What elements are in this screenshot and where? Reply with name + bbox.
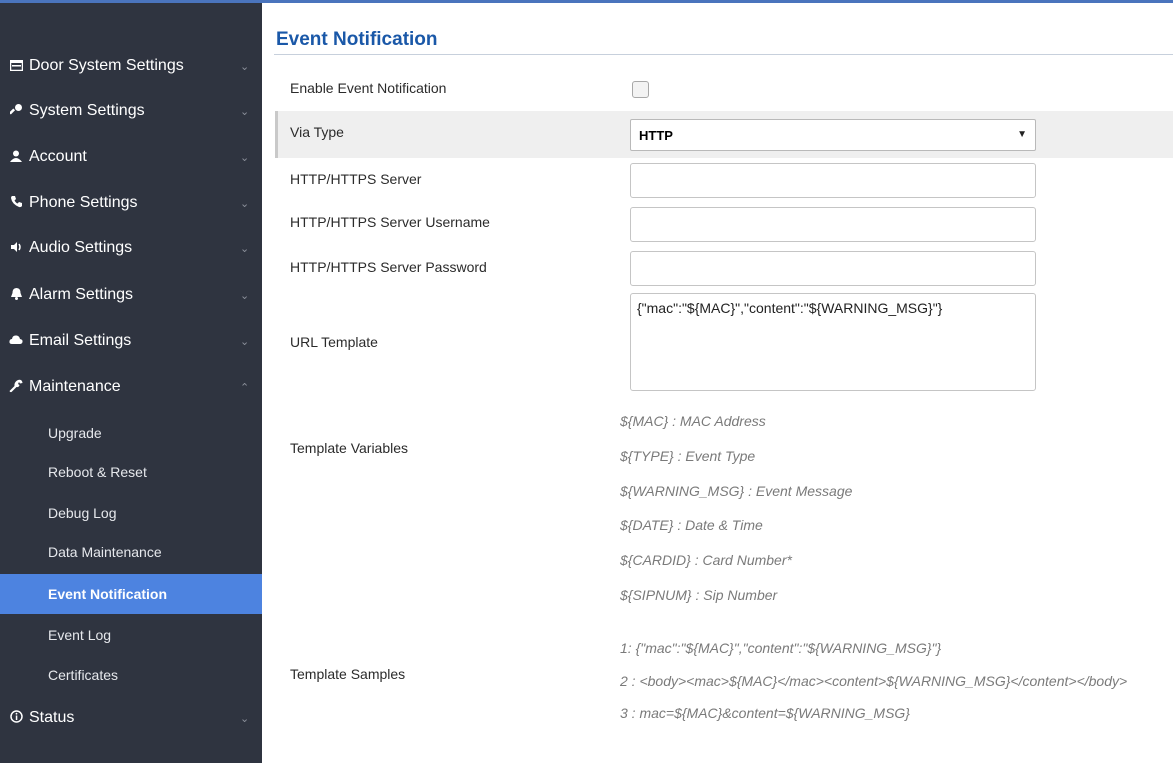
- template-variable-item: ${TYPE} : Event Type: [620, 448, 756, 464]
- url-template-textarea[interactable]: {"mac":"${MAC}","content":"${WARNING_MSG…: [630, 293, 1036, 391]
- sidebar-subitem-label: Upgrade: [48, 425, 102, 441]
- sidebar-item-audio-settings[interactable]: Audio Settings ⌄: [0, 230, 262, 266]
- sidebar-subitem-label: Event Notification: [48, 586, 168, 602]
- server-password-input[interactable]: [630, 251, 1036, 286]
- sidebar-item-label: Door System Settings: [29, 57, 184, 74]
- sidebar-item-label: Maintenance: [29, 378, 121, 395]
- server-password-label: HTTP/HTTPS Server Password: [290, 259, 487, 275]
- sidebar-subitem-label: Event Log: [48, 627, 112, 643]
- sidebar-subitem-label: Debug Log: [48, 505, 117, 521]
- sidebar-subitem-label: Reboot & Reset: [48, 464, 147, 480]
- template-variables-label: Template Variables: [290, 440, 409, 456]
- key-icon: [8, 103, 23, 119]
- via-type-label: Via Type: [290, 124, 344, 140]
- sidebar-item-label: System Settings: [29, 102, 145, 119]
- info-icon: [9, 710, 23, 726]
- sidebar-item-label: Email Settings: [29, 332, 132, 349]
- chevron-down-icon: ⌄: [240, 712, 250, 725]
- chevron-down-icon: ⌄: [240, 151, 250, 164]
- dropdown-arrow-icon: ▼: [1017, 129, 1027, 140]
- server-input[interactable]: [630, 163, 1036, 198]
- phone-icon: [9, 195, 23, 211]
- sidebar-subitem-event-log[interactable]: Event Log: [0, 616, 262, 654]
- sidebar-subitem-debug-log[interactable]: Debug Log: [0, 494, 262, 532]
- sidebar-item-alarm-settings[interactable]: Alarm Settings ⌄: [0, 277, 262, 313]
- sidebar: Door System Settings ⌄ System Settings ⌄…: [0, 3, 262, 763]
- server-username-label: HTTP/HTTPS Server Username: [290, 214, 490, 230]
- page-title: Event Notification: [276, 29, 438, 50]
- enable-event-notification-checkbox[interactable]: [632, 81, 649, 98]
- wrench-icon: [9, 379, 23, 396]
- sidebar-item-label: Phone Settings: [29, 194, 138, 211]
- server-label: HTTP/HTTPS Server: [290, 171, 422, 187]
- sidebar-item-label: Audio Settings: [29, 239, 133, 256]
- chevron-down-icon: ⌄: [240, 197, 250, 210]
- sidebar-subitem-event-notification[interactable]: Event Notification: [0, 574, 262, 614]
- sidebar-item-label: Status: [29, 709, 75, 726]
- main-content: Event Notification Enable Event Notifica…: [262, 3, 1173, 763]
- template-variable-item: ${SIPNUM} : Sip Number: [620, 587, 778, 603]
- sidebar-subitem-label: Certificates: [48, 667, 119, 683]
- via-type-select[interactable]: HTTP ▼: [630, 119, 1036, 151]
- sidebar-subitem-label: Data Maintenance: [48, 544, 162, 560]
- cloud-icon: [9, 334, 23, 349]
- sidebar-item-phone-settings[interactable]: Phone Settings ⌄: [0, 185, 262, 221]
- url-template-label: URL Template: [290, 334, 378, 350]
- server-username-input[interactable]: [630, 207, 1036, 242]
- chevron-down-icon: ⌄: [240, 105, 250, 118]
- sidebar-item-system-settings[interactable]: System Settings ⌄: [0, 93, 262, 129]
- template-sample-item: 3 : mac=${MAC}&content=${WARNING_MSG}: [620, 705, 910, 721]
- chevron-down-icon: ⌄: [240, 242, 250, 255]
- title-divider: [274, 54, 1173, 55]
- sidebar-item-label: Account: [29, 148, 87, 165]
- sidebar-subitem-data-maintenance[interactable]: Data Maintenance: [0, 533, 262, 571]
- sidebar-item-status[interactable]: Status ⌄: [0, 700, 262, 736]
- template-variable-item: ${MAC} : MAC Address: [620, 413, 766, 429]
- chevron-down-icon: ⌄: [240, 60, 250, 73]
- chevron-down-icon: ⌄: [240, 335, 250, 348]
- door-settings-icon: [9, 59, 23, 74]
- template-samples-label: Template Samples: [290, 666, 406, 682]
- chevron-down-icon: ⌄: [240, 289, 250, 302]
- sidebar-item-email-settings[interactable]: Email Settings ⌄: [0, 323, 262, 359]
- enable-event-notification-label: Enable Event Notification: [290, 80, 447, 96]
- sidebar-item-account[interactable]: Account ⌄: [0, 139, 262, 175]
- chevron-up-icon: ⌃: [240, 381, 250, 394]
- sidebar-item-maintenance[interactable]: Maintenance ⌃: [0, 369, 262, 405]
- sidebar-subitem-upgrade[interactable]: Upgrade: [0, 414, 262, 452]
- sidebar-subitem-certificates[interactable]: Certificates: [0, 656, 262, 694]
- user-icon: [9, 150, 23, 165]
- bell-icon: [9, 287, 23, 303]
- speaker-icon: [9, 241, 23, 256]
- template-variable-item: ${DATE} : Date & Time: [620, 517, 763, 533]
- sidebar-item-label: Alarm Settings: [29, 286, 134, 303]
- sidebar-subitem-reboot-reset[interactable]: Reboot & Reset: [0, 453, 262, 491]
- template-sample-item: 1: {"mac":"${MAC}","content":"${WARNING_…: [620, 640, 942, 656]
- template-variable-item: ${WARNING_MSG} : Event Message: [620, 483, 853, 499]
- via-type-value: HTTP: [639, 127, 673, 143]
- template-sample-item: 2 : <body><mac>${MAC}</mac><content>${WA…: [620, 673, 1128, 689]
- template-variable-item: ${CARDID} : Card Number*: [620, 552, 792, 568]
- sidebar-item-door-system-settings[interactable]: Door System Settings ⌄: [0, 48, 262, 84]
